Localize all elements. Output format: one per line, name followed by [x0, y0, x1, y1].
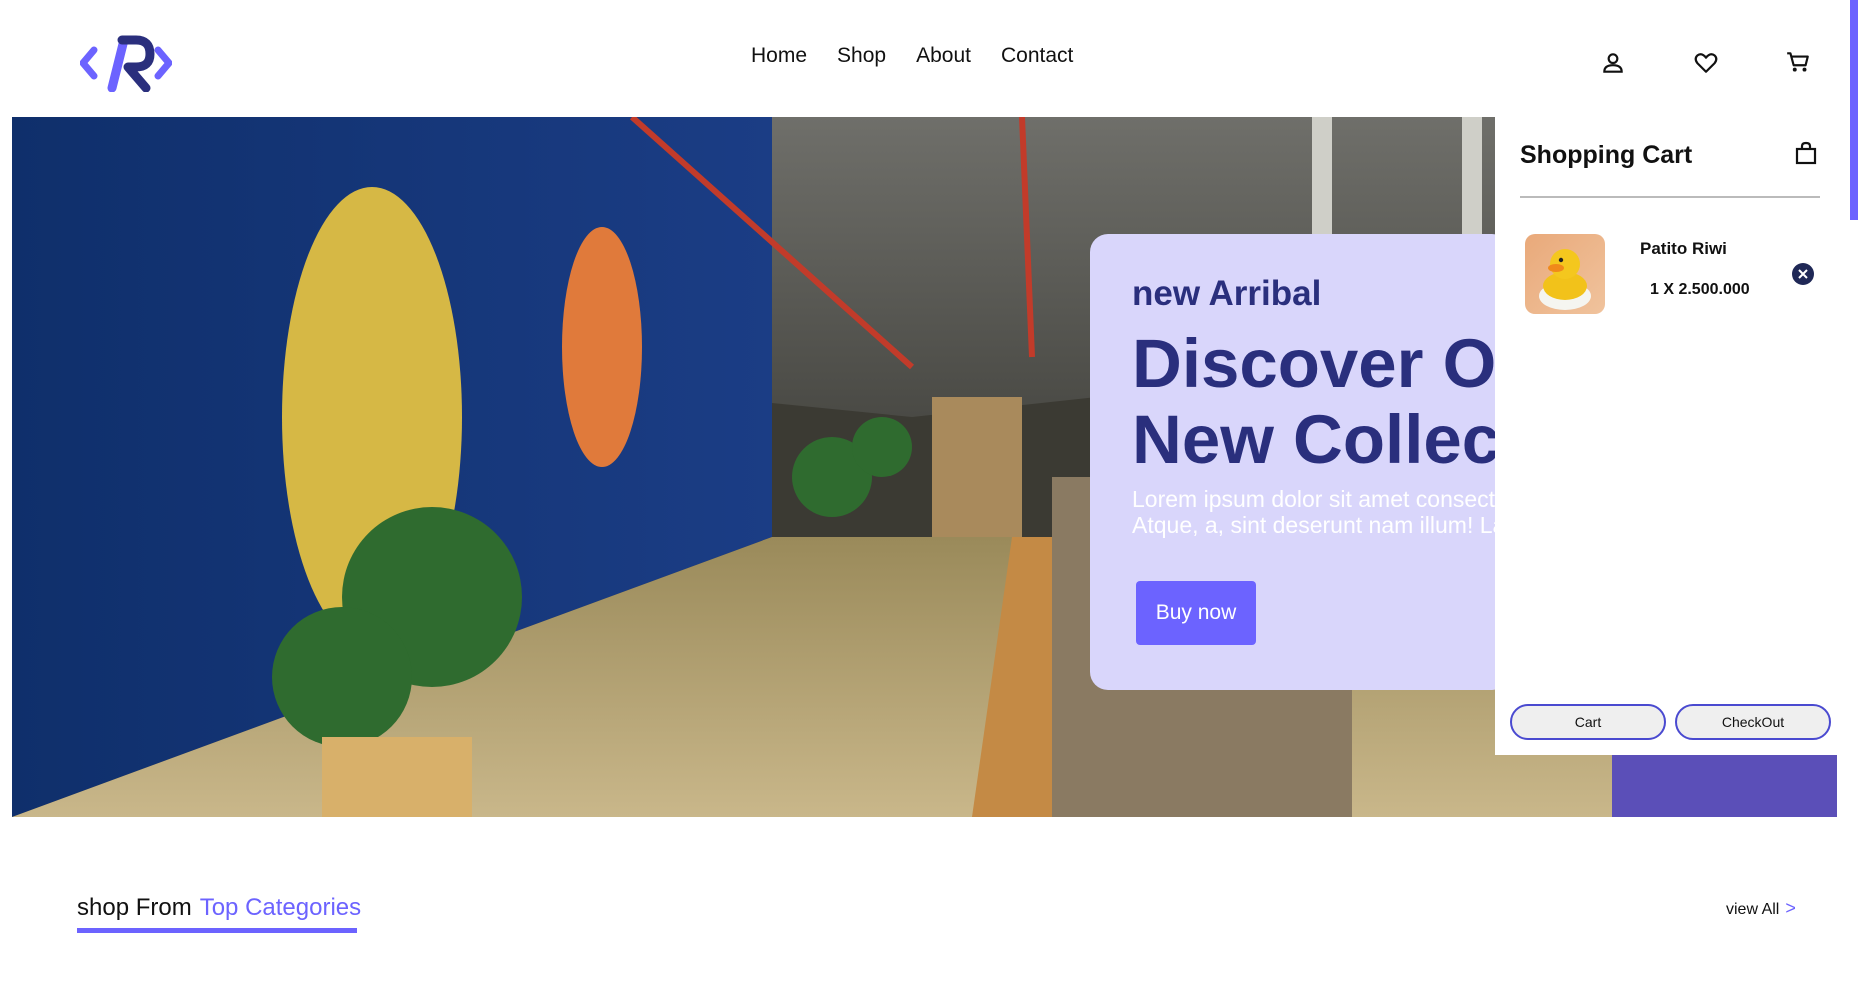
promo-headline-line1: Discover Our [1132, 325, 1510, 402]
categories-underline [77, 928, 357, 933]
promo-body: Lorem ipsum dolor sit amet consectetur a… [1132, 486, 1510, 538]
checkout-button[interactable]: CheckOut [1675, 704, 1831, 740]
cart-title: Shopping Cart [1520, 141, 1693, 169]
nav-shop[interactable]: Shop [837, 44, 886, 68]
heart-icon[interactable] [1693, 49, 1719, 75]
chevron-right-icon: > [1785, 898, 1796, 918]
cart-divider [1520, 196, 1820, 198]
nav-about[interactable]: About [916, 44, 971, 68]
promo-card: new Arribal Discover Our New Collection … [1090, 234, 1510, 690]
categories-heading-prefix: shop From [77, 894, 192, 921]
cart-icon[interactable] [1785, 49, 1811, 75]
promo-eyebrow: new Arribal [1132, 274, 1322, 313]
nav-home[interactable]: Home [751, 44, 807, 68]
view-cart-button[interactable]: Cart [1510, 704, 1666, 740]
product-thumbnail [1525, 234, 1605, 314]
main-nav: Home Shop About Contact [751, 44, 1103, 68]
scrollbar-thumb[interactable] [1850, 0, 1858, 220]
view-all-link[interactable]: view All > [1726, 898, 1796, 919]
site-header: Home Shop About Contact [0, 0, 1858, 220]
user-icon[interactable] [1600, 50, 1626, 76]
logo[interactable] [80, 34, 172, 92]
view-all-label: view All [1726, 901, 1780, 918]
shopping-bag-icon [1795, 141, 1817, 165]
cart-item-qty-price: 1 X 2.500.000 [1650, 281, 1750, 298]
buy-now-button[interactable]: Buy now [1136, 581, 1256, 645]
categories-heading-accent: Top Categories [199, 894, 362, 921]
categories-heading: shop From Top Categories [77, 894, 361, 922]
remove-item-icon[interactable] [1792, 263, 1814, 285]
cart-item-name: Patito Riwi [1640, 239, 1727, 258]
nav-contact[interactable]: Contact [1001, 44, 1073, 68]
promo-headline-line2: New Collection [1132, 401, 1510, 478]
shopping-cart-panel: Shopping Cart Patito Riwi 1 X 2.500.000 … [1495, 117, 1850, 755]
promo-headline: Discover Our New Collection [1132, 326, 1510, 478]
